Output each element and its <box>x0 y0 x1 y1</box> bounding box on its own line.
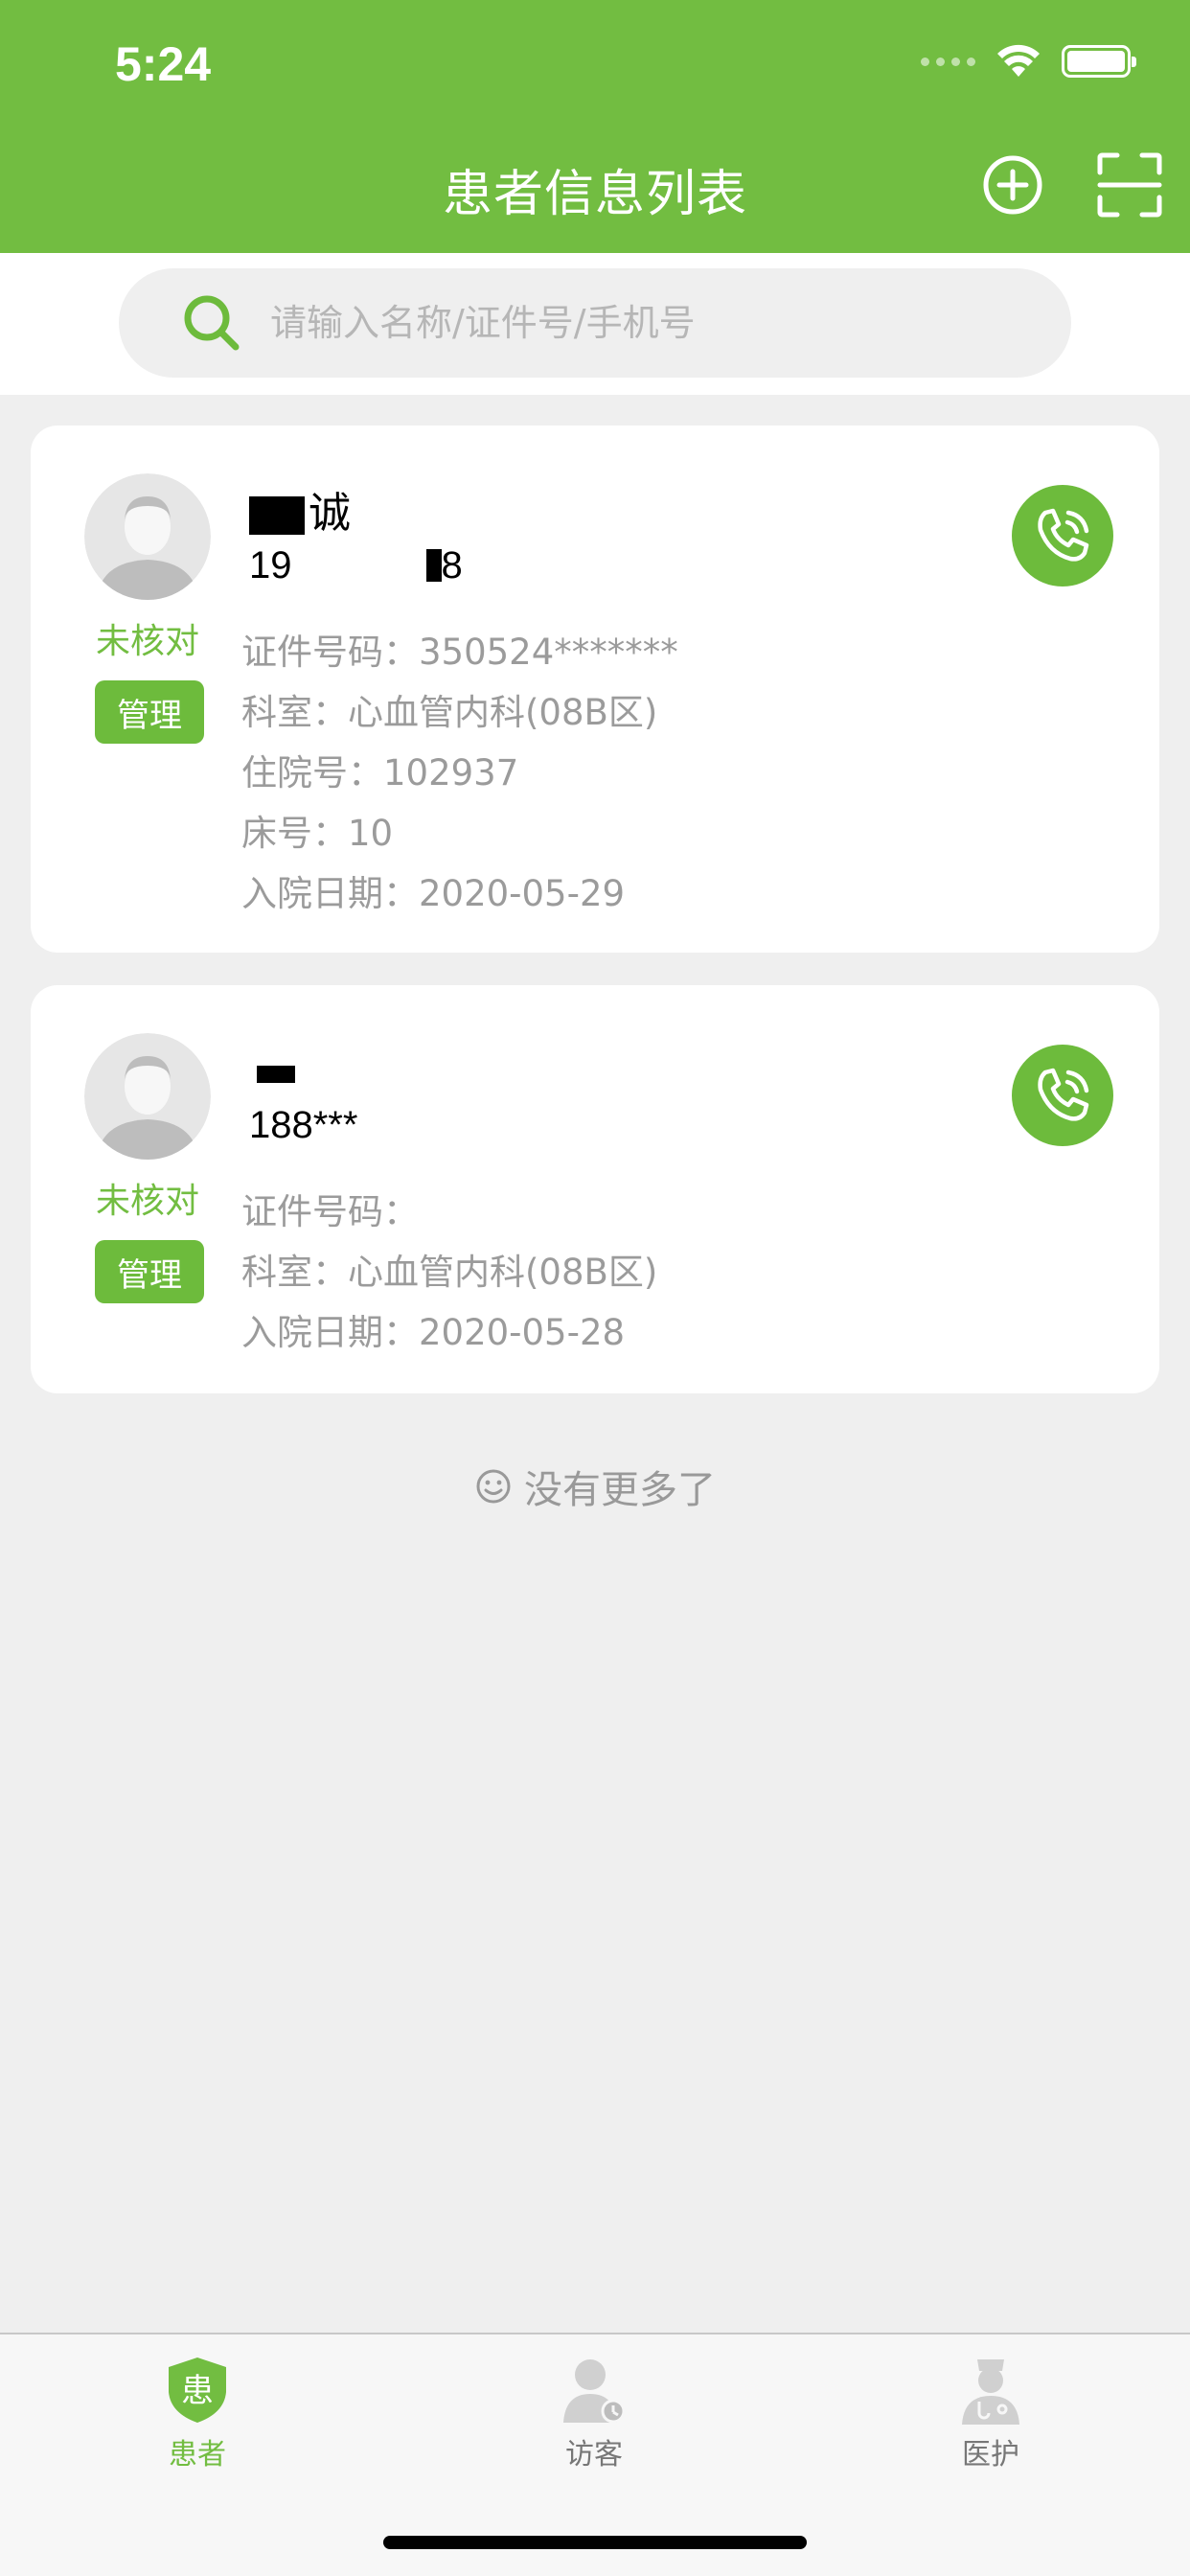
id-number: 证件号码：350524******* <box>241 632 678 673</box>
phone-icon <box>1038 1068 1089 1121</box>
department: 科室：心血管内科(08B区) <box>241 1252 658 1293</box>
patient-phone: 188*** <box>249 1104 358 1146</box>
verify-status: 未核对 <box>95 1182 199 1221</box>
inpatient-number: 住院号：102937 <box>241 752 519 794</box>
patient-avatar <box>84 473 211 600</box>
patient-icon: 患 <box>169 2358 226 2423</box>
admission-date: 入院日期：2020-05-28 <box>241 1312 626 1353</box>
list-end-message: 没有更多了 <box>0 1459 1190 1514</box>
tab-visitor[interactable]: 访客 <box>498 2354 690 2472</box>
redaction-block <box>292 570 426 578</box>
phone-icon <box>1038 508 1089 562</box>
smile-icon <box>476 1469 511 1504</box>
verify-status: 未核对 <box>95 622 199 661</box>
id-number: 证件号码： <box>241 1191 419 1232</box>
manage-button[interactable]: 管理 <box>95 680 204 744</box>
patient-icon-glyph: 患 <box>181 2372 214 2410</box>
medical-staff-icon <box>962 2359 1019 2425</box>
bed-number: 床号：10 <box>241 813 394 854</box>
tab-patient[interactable]: 患 患者 <box>102 2354 293 2472</box>
search-input[interactable] <box>270 302 1018 344</box>
battery-icon <box>1062 45 1136 78</box>
app-header: 5:24 患者信息列表 <box>0 0 1190 253</box>
patient-phone-end: 8 <box>441 544 463 586</box>
redaction-block <box>425 549 442 582</box>
department: 科室：心血管内科(08B区) <box>241 692 658 733</box>
tab-label: 访客 <box>565 2438 623 2472</box>
status-icons <box>921 44 1136 79</box>
patient-phone-start: 19 <box>249 544 292 586</box>
redaction-block <box>249 496 305 535</box>
cellular-signal-icon <box>921 57 975 66</box>
visitor-icon <box>563 2359 626 2424</box>
status-time: 5:24 <box>115 37 212 91</box>
wifi-icon <box>997 44 1040 77</box>
patient-name: 诚 <box>249 481 351 538</box>
patient-avatar <box>84 1033 211 1160</box>
manage-button[interactable]: 管理 <box>95 1240 204 1303</box>
call-button[interactable] <box>1012 485 1113 586</box>
tab-label: 医护 <box>962 2438 1019 2472</box>
patient-card[interactable]: 未核对 管理 188*** 证件号码： 科室：心血管内科(08B区) 入院日期：… <box>31 985 1159 1393</box>
admission-date: 入院日期：2020-05-29 <box>241 873 626 914</box>
list-end-text: 没有更多了 <box>524 1468 716 1512</box>
search-bar <box>0 253 1190 395</box>
patient-name <box>249 1041 295 1096</box>
home-indicator[interactable] <box>383 2536 807 2549</box>
add-patient-button[interactable] <box>979 151 1046 218</box>
tab-label: 患者 <box>169 2438 226 2472</box>
tab-medical-staff[interactable]: 医护 <box>895 2354 1087 2472</box>
patient-phone: 19 8 <box>249 544 463 587</box>
search-icon <box>184 295 240 351</box>
patient-name-text: 诚 <box>309 489 351 538</box>
patient-card[interactable]: 未核对 管理 诚 19 8 证件号码：350524******* 科室：心血管内科… <box>31 426 1159 953</box>
search-box[interactable] <box>119 268 1071 378</box>
redaction-block <box>257 1066 295 1083</box>
scan-button[interactable] <box>1096 151 1163 218</box>
call-button[interactable] <box>1012 1045 1113 1146</box>
